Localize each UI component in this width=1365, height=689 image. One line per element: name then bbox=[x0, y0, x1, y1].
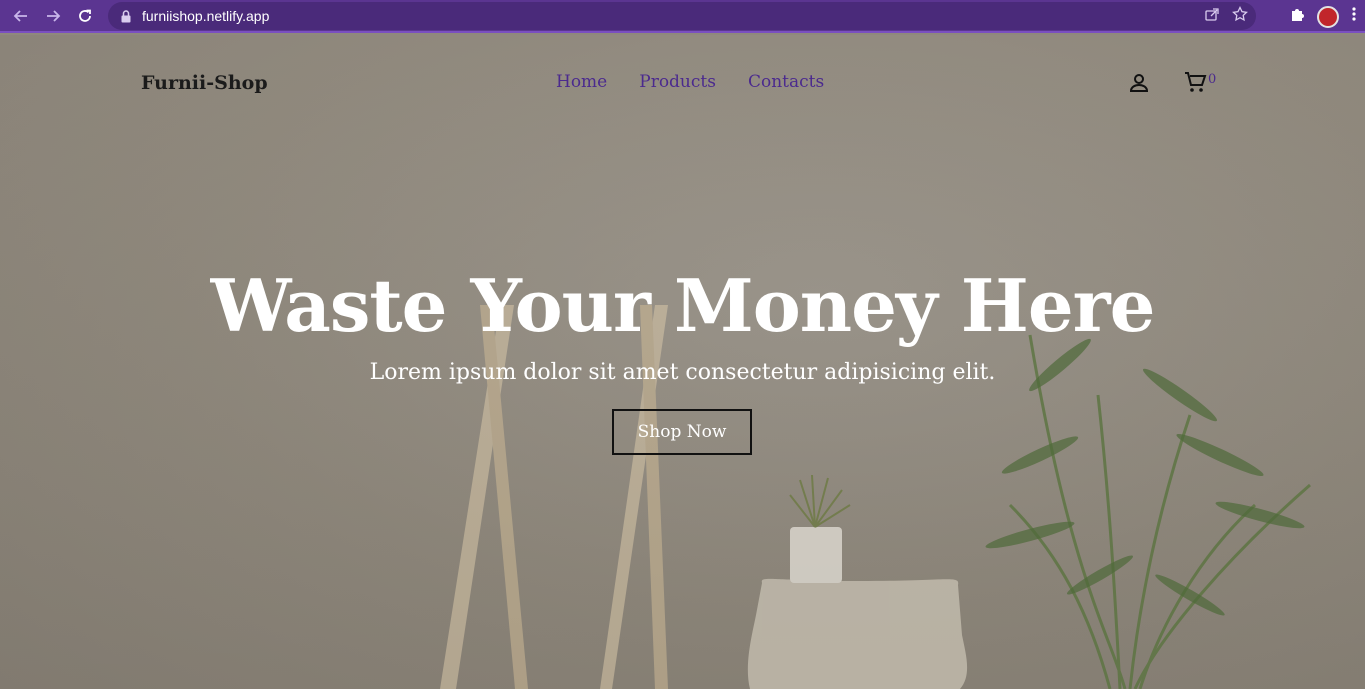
hero-section: Furnii-Shop Home Products Contacts 0 Was… bbox=[0, 35, 1365, 689]
profile-avatar[interactable] bbox=[1317, 5, 1339, 28]
puzzle-icon[interactable] bbox=[1289, 6, 1305, 27]
hero-title: Waste Your Money Here bbox=[210, 263, 1156, 348]
site-logo[interactable]: Furnii-Shop bbox=[141, 72, 268, 94]
cart-count-badge: 0 bbox=[1208, 72, 1217, 87]
nav-link-home[interactable]: Home bbox=[556, 72, 607, 92]
shop-now-button[interactable]: Shop Now bbox=[612, 409, 752, 455]
main-nav: Home Products Contacts bbox=[556, 72, 824, 92]
nav-link-contacts[interactable]: Contacts bbox=[748, 72, 824, 92]
star-icon[interactable] bbox=[1232, 5, 1248, 27]
back-arrow-icon[interactable] bbox=[5, 0, 37, 32]
site-header: Furnii-Shop Home Products Contacts 0 bbox=[0, 35, 1365, 135]
lock-icon bbox=[120, 9, 132, 23]
more-vert-icon[interactable] bbox=[1351, 6, 1357, 27]
url-text: furniishop.netlify.app bbox=[142, 8, 270, 24]
cart-button[interactable]: 0 bbox=[1183, 70, 1216, 99]
cart-icon bbox=[1183, 70, 1207, 99]
share-icon[interactable] bbox=[1204, 6, 1220, 27]
address-bar[interactable]: furniishop.netlify.app bbox=[108, 2, 1256, 30]
nav-link-products[interactable]: Products bbox=[639, 72, 716, 92]
browser-toolbar: furniishop.netlify.app bbox=[0, 0, 1365, 33]
reload-icon[interactable] bbox=[69, 0, 101, 32]
forward-arrow-icon[interactable] bbox=[37, 0, 69, 32]
person-icon[interactable] bbox=[1128, 72, 1150, 94]
hero-subtitle: Lorem ipsum dolor sit amet consectetur a… bbox=[369, 360, 996, 385]
